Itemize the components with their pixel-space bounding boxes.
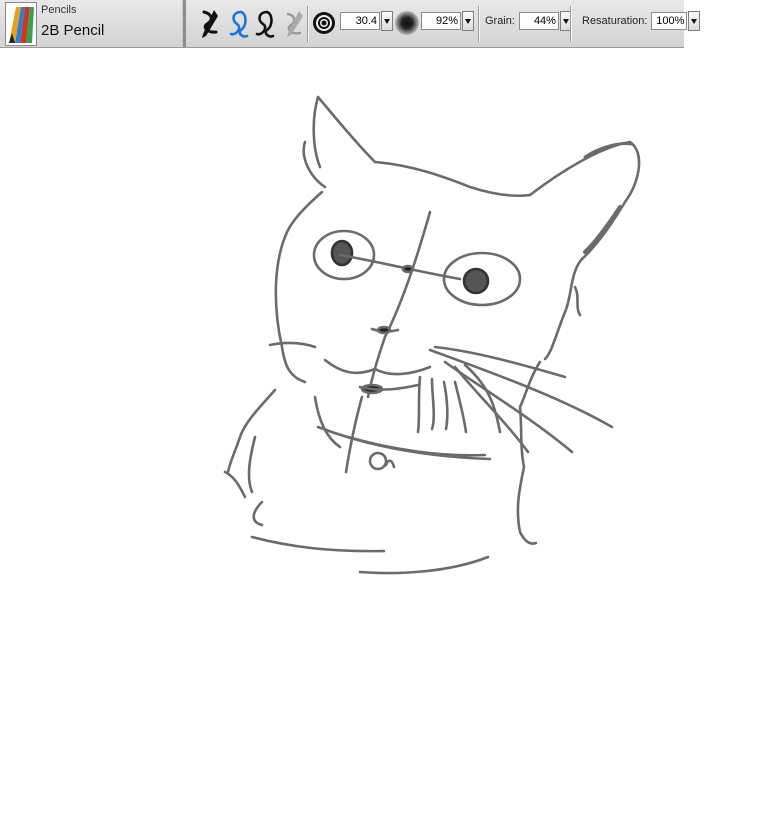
toolbar-divider bbox=[307, 6, 308, 42]
brush-category: Pencils bbox=[41, 4, 77, 16]
chevron-down-icon bbox=[465, 18, 471, 24]
straight-line-stroke-icon[interactable] bbox=[253, 8, 277, 45]
pencil-brush-icon[interactable] bbox=[5, 1, 37, 46]
opacity-dropdown-button[interactable] bbox=[462, 11, 474, 31]
opacity-field bbox=[421, 11, 474, 31]
toolbar-divider bbox=[478, 6, 479, 42]
freehand-stroke-icon[interactable] bbox=[227, 8, 251, 45]
size-input[interactable] bbox=[340, 12, 380, 30]
grain-label: Grain: bbox=[485, 15, 515, 27]
brush-selector[interactable]: Pencils 2B Pencil bbox=[0, 0, 182, 47]
freehand-brush-icon[interactable] bbox=[198, 8, 222, 45]
drawing-canvas[interactable] bbox=[0, 47, 768, 768]
resaturation-label: Resaturation: bbox=[582, 15, 648, 27]
toolbar-divider bbox=[570, 6, 571, 42]
property-bar: Pencils 2B Pencil 30.4 92% Grain: 44% Re… bbox=[0, 0, 701, 48]
resaturation-field: Resaturation: bbox=[582, 11, 701, 31]
cat-sketch bbox=[223, 95, 641, 575]
grain-input[interactable] bbox=[518, 12, 559, 30]
chevron-down-icon bbox=[562, 18, 569, 24]
grain-field: Grain: bbox=[485, 11, 572, 31]
chevron-down-icon bbox=[384, 18, 390, 24]
toolbar-divider bbox=[182, 0, 186, 47]
size-field bbox=[340, 11, 393, 31]
resaturation-input[interactable] bbox=[651, 12, 688, 30]
brush-variant: 2B Pencil bbox=[41, 22, 105, 39]
size-dropdown-button[interactable] bbox=[381, 11, 393, 31]
resaturation-dropdown-button[interactable] bbox=[688, 11, 701, 31]
brush-tracking-icon[interactable] bbox=[282, 8, 306, 45]
opacity-input[interactable] bbox=[421, 12, 461, 30]
chevron-down-icon bbox=[691, 18, 698, 24]
brush-name: Pencils 2B Pencil bbox=[41, 5, 105, 39]
size-icon bbox=[312, 9, 336, 42]
opacity-icon bbox=[394, 9, 420, 42]
